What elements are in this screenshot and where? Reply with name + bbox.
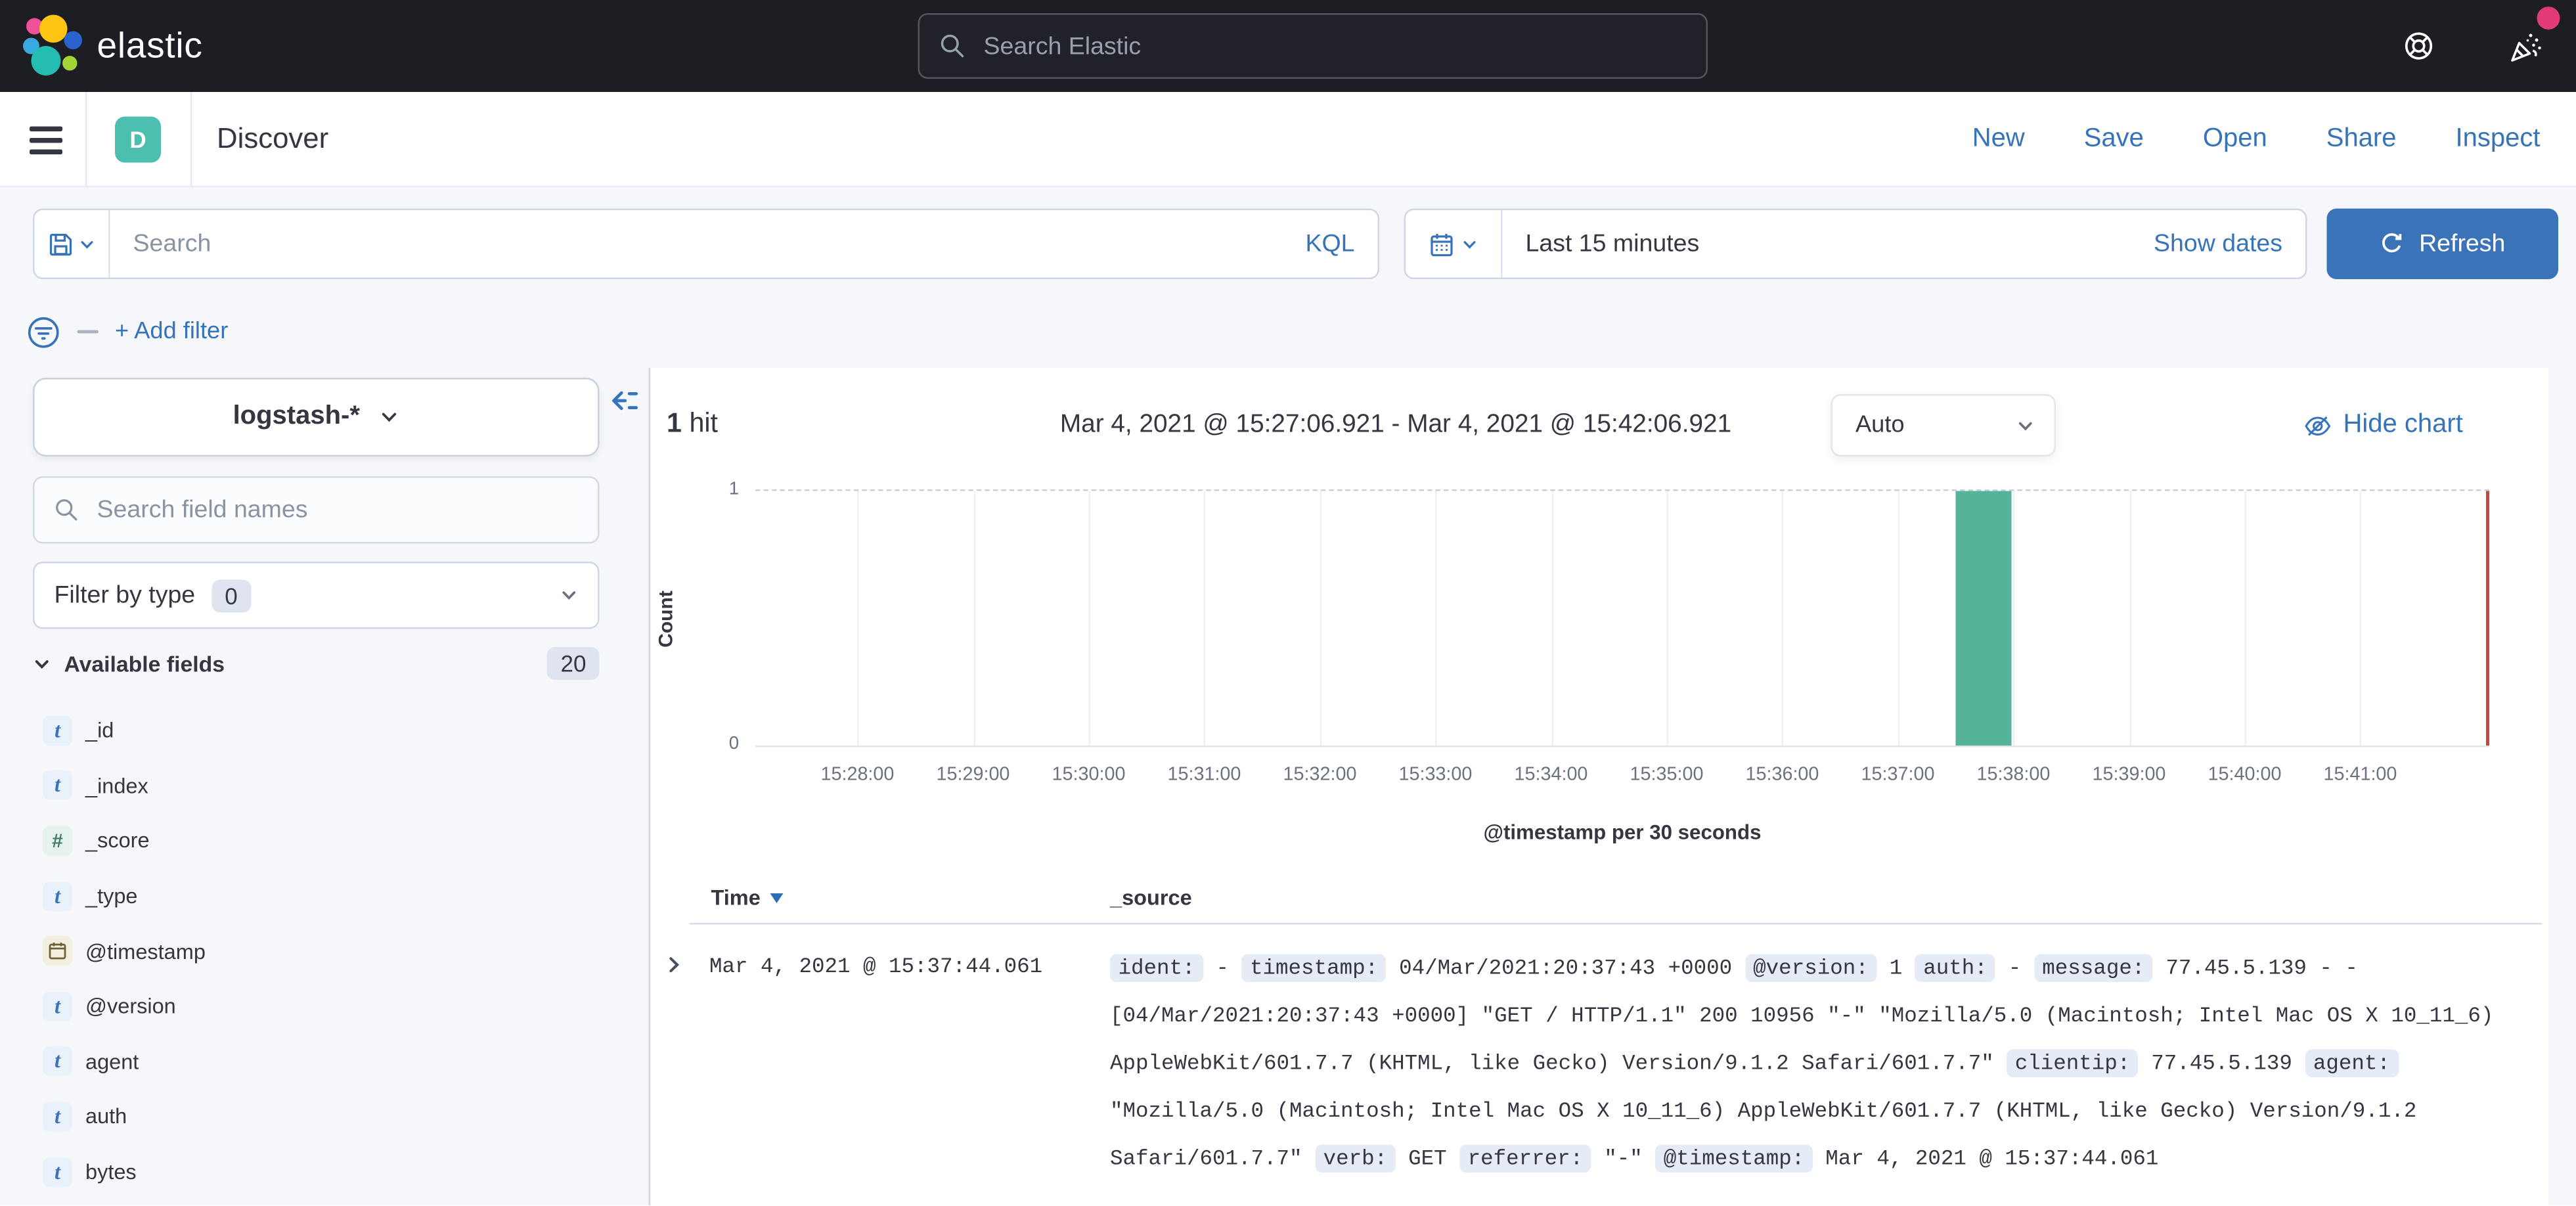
chart-gridline	[2360, 491, 2362, 746]
x-axis-tick-label: 15:33:00	[1378, 765, 1493, 785]
source-field-name: agent:	[2305, 1050, 2398, 1078]
x-axis-tick-label: 15:34:00	[1494, 765, 1609, 785]
chart-gridline	[857, 491, 859, 746]
sort-desc-icon	[770, 893, 784, 903]
chart-gridline	[1782, 491, 1784, 746]
source-field-name: message:	[2034, 954, 2153, 983]
gridline-dashed	[755, 489, 2489, 491]
source-field-name: @version:	[1745, 954, 1877, 983]
x-axis-tick-label: 15:29:00	[916, 765, 1031, 785]
y-axis-tick-label: 1	[686, 480, 739, 499]
x-axis-tick-label: 15:32:00	[1262, 765, 1377, 785]
chart-gridline	[1204, 491, 1206, 746]
chart-gridline	[1898, 491, 1899, 746]
y-axis-title: Count	[650, 491, 680, 746]
x-axis-tick-label: 15:39:00	[2072, 765, 2187, 785]
histogram-bar[interactable]	[1956, 491, 2012, 746]
x-axis-tick-label: 15:31:00	[1147, 765, 1262, 785]
source-field-name: referrer:	[1459, 1145, 1591, 1173]
kibana-discover-page: elastic D Discover NewSaveOpenShareInspe…	[0, 0, 2576, 1206]
source-field-name: clientip:	[2007, 1050, 2139, 1078]
chart-gridline	[1320, 491, 1321, 746]
chart-gridline	[973, 491, 975, 746]
expand-row-icon[interactable]	[663, 954, 685, 976]
source-field-name: @timestamp:	[1655, 1145, 1813, 1173]
source-field-name: ident:	[1110, 954, 1203, 983]
x-axis-tick-label: 15:30:00	[1031, 765, 1146, 785]
chart-gridline	[1667, 491, 1669, 746]
chart-gridline	[2245, 491, 2247, 746]
chart-gridline	[1089, 491, 1091, 746]
x-axis-line	[755, 746, 2489, 748]
current-time-marker	[2485, 491, 2489, 746]
source-field-name: auth:	[1915, 954, 1996, 983]
row-timestamp: Mar 4, 2021 @ 15:37:44.061	[709, 954, 1042, 979]
x-axis-tick-label: 15:35:00	[1609, 765, 1724, 785]
x-axis-tick-label: 15:38:00	[1956, 765, 2071, 785]
chart-gridline	[2013, 491, 2015, 746]
source-field-name: timestamp:	[1242, 954, 1387, 983]
x-axis-tick-label: 15:40:00	[2187, 765, 2302, 785]
table-header-divider	[690, 923, 2542, 925]
time-column-header[interactable]: Time	[711, 885, 784, 910]
x-axis-tick-label: 15:36:00	[1725, 765, 1840, 785]
chart-gridline	[1435, 491, 1437, 746]
chart-gridline	[1551, 491, 1553, 746]
source-field-name: verb:	[1315, 1145, 1396, 1173]
x-axis-tick-label: 15:41:00	[2303, 765, 2418, 785]
source-cell: ident: - timestamp: 04/Mar/2021:20:37:43…	[1110, 945, 2501, 1183]
x-axis-tick-label: 15:28:00	[800, 765, 915, 785]
x-axis-title: @timestamp per 30 seconds	[755, 821, 2489, 844]
x-axis-tick-label: 15:37:00	[1840, 765, 1955, 785]
source-column-header: _source	[1110, 885, 1192, 910]
y-axis-tick-label: 0	[686, 734, 739, 754]
chart-gridline	[2129, 491, 2131, 746]
